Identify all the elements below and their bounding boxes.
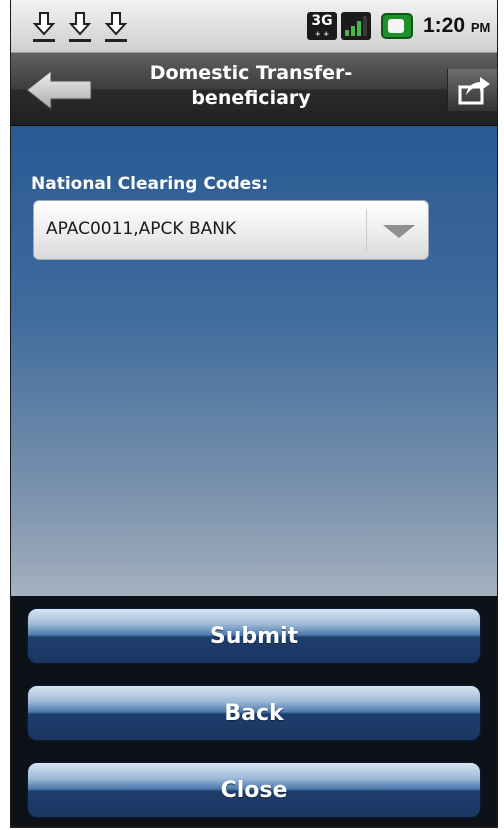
form-content: National Clearing Codes: APAC0011,APCK B… bbox=[11, 126, 497, 596]
dropdown-divider bbox=[366, 209, 367, 251]
share-button[interactable] bbox=[447, 69, 497, 111]
chevron-down-icon bbox=[383, 225, 415, 238]
page-title: Domestic Transfer- beneficiary bbox=[131, 61, 371, 111]
download-notification-icon[interactable] bbox=[67, 10, 93, 44]
network-activity-label: + + bbox=[314, 30, 330, 38]
network-type-label: 3G bbox=[311, 13, 333, 29]
close-button[interactable]: Close bbox=[27, 762, 481, 818]
national-clearing-codes-select[interactable]: APAC0011,APCK BANK bbox=[33, 200, 429, 260]
clock-time: 1:20 bbox=[423, 14, 466, 37]
action-buttons: Submit Back Close bbox=[11, 596, 497, 826]
phone-screen: 3G + + 1:20 PM Domestic Transfer- benefi… bbox=[10, 0, 498, 828]
clock-ampm: PM bbox=[470, 20, 491, 35]
download-notification-icon[interactable] bbox=[31, 10, 57, 44]
clock: 1:20 PM bbox=[423, 14, 490, 38]
page-title-line1: Domestic Transfer- bbox=[149, 62, 353, 84]
back-arrow-icon[interactable] bbox=[25, 69, 95, 111]
status-bar: 3G + + 1:20 PM bbox=[11, 0, 497, 53]
page-title-line2: beneficiary bbox=[191, 87, 311, 109]
back-button[interactable]: Back bbox=[27, 685, 481, 741]
battery-icon bbox=[381, 13, 413, 39]
share-icon bbox=[458, 77, 490, 105]
network-3g-icon: 3G + + bbox=[307, 12, 337, 40]
signal-strength-icon bbox=[341, 12, 371, 40]
title-bar: Domestic Transfer- beneficiary bbox=[11, 53, 497, 126]
submit-button[interactable]: Submit bbox=[27, 608, 481, 664]
national-clearing-codes-label: National Clearing Codes: bbox=[31, 174, 269, 194]
national-clearing-codes-value: APAC0011,APCK BANK bbox=[46, 219, 237, 239]
download-notification-icon[interactable] bbox=[103, 10, 129, 44]
